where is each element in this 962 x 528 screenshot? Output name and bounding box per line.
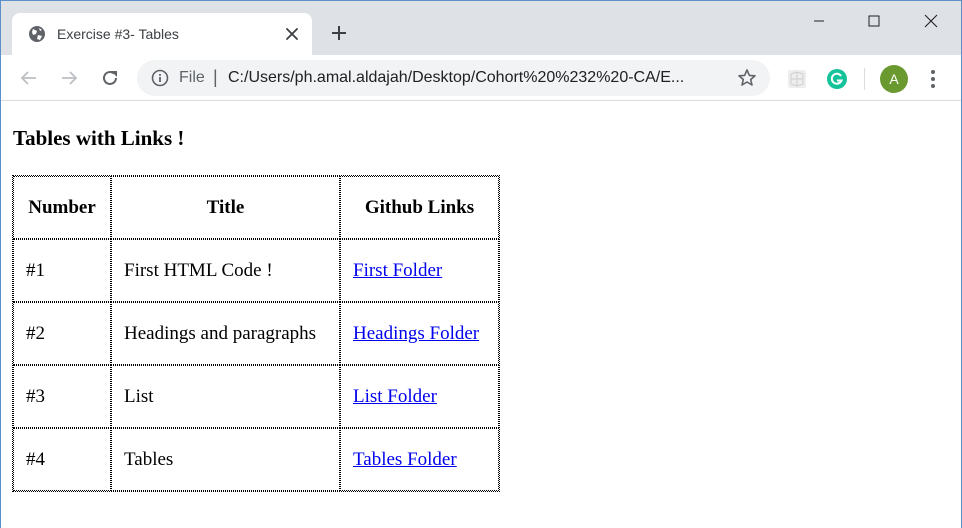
title-cell: Tables	[111, 428, 340, 491]
github-link[interactable]: Headings Folder	[353, 323, 479, 344]
title-cell: List	[111, 365, 340, 428]
github-link[interactable]: List Folder	[353, 386, 437, 407]
table-header-row: Number Title Github Links	[13, 176, 499, 239]
column-header: Github Links	[340, 176, 499, 239]
tab-title: Exercise #3- Tables	[57, 26, 179, 42]
window-close-icon[interactable]	[919, 9, 943, 33]
file-scheme-label: File	[179, 69, 205, 86]
links-table: Number Title Github Links #1 First HTML …	[12, 175, 500, 492]
number-cell: #2	[13, 302, 111, 365]
page-content: Tables with Links ! Number Title Github …	[1, 102, 961, 528]
close-icon[interactable]	[282, 24, 302, 44]
link-cell: Tables Folder	[340, 428, 499, 491]
title-cell: Headings and paragraphs	[111, 302, 340, 365]
address-separator: |	[213, 67, 218, 87]
number-cell: #1	[13, 239, 111, 302]
back-arrow-icon[interactable]	[17, 66, 41, 90]
link-cell: Headings Folder	[340, 302, 499, 365]
maximize-icon[interactable]	[862, 9, 886, 33]
link-cell: List Folder	[340, 365, 499, 428]
star-icon[interactable]	[737, 68, 757, 88]
url-text[interactable]: C:/Users/ph.amal.aldajah/Desktop/Cohort%…	[228, 69, 728, 87]
extension-icon[interactable]	[786, 68, 808, 90]
number-cell: #4	[13, 428, 111, 491]
more-vert-icon[interactable]	[923, 67, 943, 91]
plus-icon[interactable]	[329, 23, 349, 43]
column-header: Title	[111, 176, 340, 239]
column-header: Number	[13, 176, 111, 239]
avatar[interactable]: A	[880, 65, 908, 93]
browser-toolbar: File | C:/Users/ph.amal.aldajah/Desktop/…	[1, 55, 961, 101]
forward-arrow-icon[interactable]	[57, 66, 81, 90]
info-icon[interactable]	[151, 69, 169, 87]
page-title: Tables with Links !	[13, 126, 185, 150]
globe-icon	[28, 25, 46, 43]
title-cell: First HTML Code !	[111, 239, 340, 302]
address-bar[interactable]: File | C:/Users/ph.amal.aldajah/Desktop/…	[137, 60, 770, 96]
reload-icon[interactable]	[98, 66, 122, 90]
grammarly-icon[interactable]	[826, 68, 848, 90]
number-cell: #3	[13, 365, 111, 428]
tab-exercise-tables[interactable]: Exercise #3- Tables	[12, 13, 312, 55]
table-row: #3 List List Folder	[13, 365, 499, 428]
link-cell: First Folder	[340, 239, 499, 302]
table-row: #4 Tables Tables Folder	[13, 428, 499, 491]
browser-window: Exercise #3- Tables File | C:/Users/ph.a…	[0, 0, 962, 528]
table-row: #2 Headings and paragraphs Headings Fold…	[13, 302, 499, 365]
minimize-icon[interactable]	[807, 9, 831, 33]
tab-strip: Exercise #3- Tables	[1, 1, 961, 55]
table-row: #1 First HTML Code ! First Folder	[13, 239, 499, 302]
toolbar-divider	[864, 68, 865, 90]
github-link[interactable]: Tables Folder	[353, 449, 457, 470]
github-link[interactable]: First Folder	[353, 260, 442, 281]
